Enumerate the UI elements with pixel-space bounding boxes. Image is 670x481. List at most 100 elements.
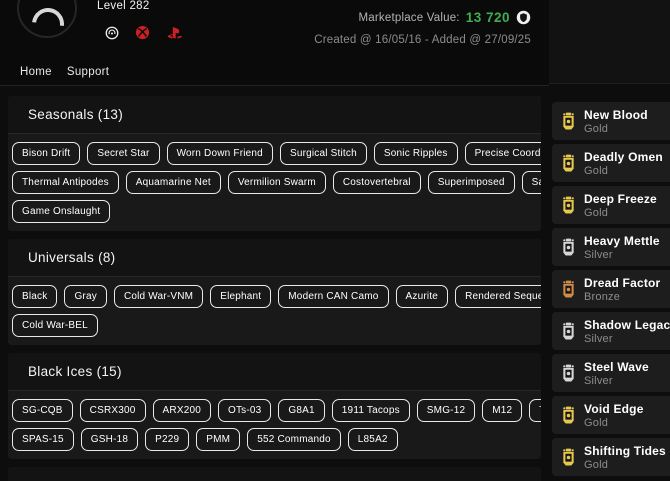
charm-tier: Gold — [584, 459, 666, 471]
section-title: Universals (8) — [28, 250, 115, 265]
next-section-stub — [8, 467, 541, 481]
chip-row: Black Gray Cold War-VNM Elephant Modern CAN … — [12, 285, 537, 308]
section-body: Black Gray Cold War-VNM Elephant Modern CAN … — [8, 277, 541, 345]
cosmetic-chip[interactable]: Superimposed — [428, 171, 515, 194]
charm-tier: Gold — [584, 123, 648, 135]
charm-tier: Gold — [584, 165, 663, 177]
charm-tier: Gold — [584, 207, 657, 219]
sidebar: New BloodGoldDeadly OmenGoldDeep FreezeG… — [549, 0, 670, 481]
cosmetic-chip[interactable]: 552 Commando — [247, 428, 341, 451]
cosmetic-chip[interactable]: 1911 Tacops — [332, 399, 410, 422]
cosmetic-chip[interactable]: SG-CQB — [12, 399, 73, 422]
chip-row: Cold War-BEL — [12, 314, 537, 337]
cosmetic-chip[interactable]: PMM — [196, 428, 240, 451]
charm-tier: Silver — [584, 333, 670, 345]
charm-card[interactable]: Shadow LegacySilver — [552, 312, 670, 350]
marketplace-value-label: Marketplace Value: — [359, 12, 460, 24]
section-header: Black Ices (15) — [8, 353, 541, 391]
cosmetic-chip[interactable]: Aquamarine Net — [126, 171, 221, 194]
charm-tier: Silver — [584, 249, 660, 261]
sidebar-top-spacer — [549, 0, 670, 84]
charm-tier: Gold — [584, 417, 644, 429]
cosmetic-chip[interactable]: Black — [12, 285, 57, 308]
cosmetic-chip[interactable]: L85A2 — [348, 428, 398, 451]
xbox-icon[interactable] — [135, 25, 150, 40]
charm-card[interactable]: Shifting TidesGold — [552, 438, 670, 476]
platform-icons — [105, 25, 183, 40]
created-added-dates: Created @ 16/05/16 - Added @ 27/09/25 — [314, 34, 531, 46]
cosmetic-chip[interactable]: Cold War-VNM — [114, 285, 203, 308]
cosmetics-content: Seasonals (13) Bison Drift Secret Star Worn… — [0, 86, 549, 481]
marketplace-value: Marketplace Value: 13 720 — [359, 10, 531, 25]
cosmetic-chip[interactable]: Worn Down Friend — [167, 142, 273, 165]
cosmetic-chip[interactable]: M12 — [482, 399, 522, 422]
charm-icon — [561, 322, 576, 341]
chip-row: SG-CQB CSRX300 ARX200 OTs-03 G8A1 1911 Tacops… — [12, 399, 537, 422]
charm-card[interactable]: Deep FreezeGold — [552, 186, 670, 224]
level-label: Level 282 — [97, 0, 150, 12]
cosmetic-chip[interactable]: Sonic Ripples — [374, 142, 458, 165]
section-universals: Universals (8) Black Gray Cold War-VNM Eleph… — [8, 239, 541, 345]
section-black-ices: Black Ices (15) SG-CQB CSRX300 ARX200 OTs-03… — [8, 353, 541, 459]
nav-home[interactable]: Home — [20, 66, 52, 78]
cosmetic-chip[interactable]: Elephant — [210, 285, 271, 308]
section-title: Black Ices (15) — [28, 364, 122, 379]
cosmetic-chip[interactable]: Gray — [64, 285, 106, 308]
cosmetic-chip[interactable]: G8A1 — [278, 399, 324, 422]
cosmetic-chip[interactable]: Costovertebral — [333, 171, 421, 194]
cosmetic-chip[interactable]: Vermilion Swarm — [228, 171, 326, 194]
charm-list: New BloodGoldDeadly OmenGoldDeep FreezeG… — [549, 84, 670, 476]
charm-card[interactable]: Heavy MettleSilver — [552, 228, 670, 266]
charm-title: Heavy Mettle — [584, 234, 660, 248]
charm-card[interactable]: Steel WaveSilver — [552, 354, 670, 392]
cosmetic-chip[interactable]: Type-89 — [529, 399, 541, 422]
credits-coin-icon — [516, 10, 531, 25]
cosmetic-chip[interactable]: Game Onslaught — [12, 200, 110, 223]
ubisoft-icon[interactable] — [105, 26, 119, 40]
cosmetic-chip[interactable]: Surgical Stitch — [280, 142, 367, 165]
cosmetic-chip[interactable]: Saber Carve — [522, 171, 541, 194]
charm-card[interactable]: Void EdgeGold — [552, 396, 670, 434]
cosmetic-chip[interactable]: Bison Drift — [12, 142, 80, 165]
charm-title: Shadow Legacy — [584, 318, 670, 332]
cosmetic-chip[interactable]: Azurite — [396, 285, 449, 308]
charm-icon — [561, 364, 576, 383]
charm-title: New Blood — [584, 108, 648, 122]
charm-icon — [561, 154, 576, 173]
charm-title: Void Edge — [584, 402, 644, 416]
cosmetic-chip[interactable]: ARX200 — [153, 399, 211, 422]
profile-header: Level 282 Marketplace Value: 13 720 Crea… — [0, 0, 549, 86]
charm-icon — [561, 196, 576, 215]
marketplace-value-amount: 13 720 — [466, 10, 510, 25]
main-column: Level 282 Marketplace Value: 13 720 Crea… — [0, 0, 549, 481]
charm-card[interactable]: New BloodGold — [552, 102, 670, 140]
cosmetic-chip[interactable]: OTs-03 — [218, 399, 271, 422]
nav-support[interactable]: Support — [67, 66, 109, 78]
charm-card[interactable]: Dread FactorBronze — [552, 270, 670, 308]
charm-title: Dread Factor — [584, 276, 660, 290]
cosmetic-chip[interactable]: P229 — [145, 428, 189, 451]
cosmetic-chip[interactable]: Thermal Antipodes — [12, 171, 119, 194]
cosmetic-chip[interactable]: Secret Star — [87, 142, 159, 165]
charm-icon — [561, 280, 576, 299]
cosmetic-chip[interactable]: GSH-18 — [81, 428, 138, 451]
charm-title: Steel Wave — [584, 360, 649, 374]
chip-row: Game Onslaught — [12, 200, 537, 223]
cosmetic-chip[interactable]: Cold War-BEL — [12, 314, 98, 337]
charm-title: Shifting Tides — [584, 444, 666, 458]
cosmetic-chip[interactable]: Modern CAN Camo — [278, 285, 388, 308]
chip-row: Thermal Antipodes Aquamarine Net Vermilion… — [12, 171, 537, 194]
cosmetic-chip[interactable]: SMG-12 — [417, 399, 475, 422]
charm-icon — [561, 112, 576, 131]
section-header: Seasonals (13) — [8, 96, 541, 134]
cosmetic-chip[interactable]: Precise Coordinates — [465, 142, 541, 165]
playstation-icon[interactable] — [166, 26, 183, 40]
cosmetic-chip[interactable]: SPAS-15 — [12, 428, 74, 451]
cosmetic-chip[interactable]: CSRX300 — [80, 399, 146, 422]
charm-title: Deep Freeze — [584, 192, 657, 206]
chip-row: SPAS-15 GSH-18 P229 PMM 552 Commando L85A2 — [12, 428, 537, 451]
charm-card[interactable]: Deadly OmenGold — [552, 144, 670, 182]
charm-icon — [561, 238, 576, 257]
nav: Home Support — [20, 66, 109, 78]
cosmetic-chip[interactable]: Rendered Sequence — [455, 285, 541, 308]
